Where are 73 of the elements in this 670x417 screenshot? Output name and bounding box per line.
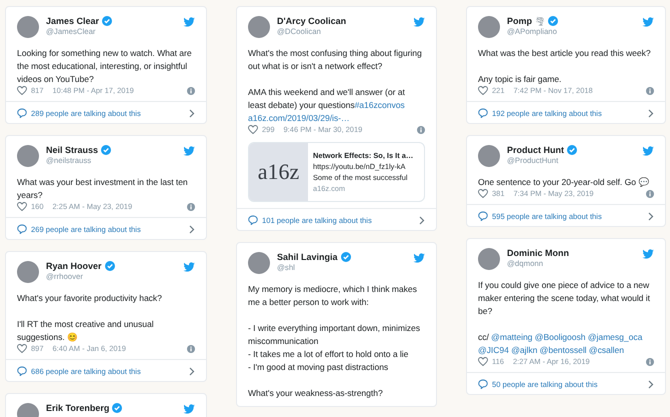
tweet-link[interactable]: #a16zconvos <box>354 100 405 110</box>
author-name[interactable]: Dominic Monn <box>507 248 569 258</box>
avatar[interactable] <box>478 145 500 167</box>
chevron-icon <box>648 212 654 220</box>
tweet-link[interactable]: a16z.com/2019/03/29/is-… <box>248 113 350 123</box>
heart-icon[interactable] <box>478 189 488 198</box>
info-icon[interactable] <box>646 190 654 198</box>
comment-icon <box>248 215 258 225</box>
info-icon[interactable] <box>187 86 195 94</box>
name-emoji: 🌪 <box>535 16 546 26</box>
avatar[interactable] <box>478 248 500 270</box>
bird-icon[interactable] <box>413 17 425 27</box>
info-icon[interactable] <box>187 344 195 352</box>
chevron-icon <box>648 108 654 118</box>
heart-icon[interactable] <box>248 125 258 134</box>
chevron-icon <box>189 366 195 376</box>
info-icon[interactable] <box>187 202 195 210</box>
author-name[interactable]: Pomp <box>507 16 532 26</box>
heart-icon[interactable] <box>17 86 27 95</box>
info-icon[interactable] <box>417 126 425 134</box>
comment-icon <box>478 379 488 389</box>
author-name[interactable]: Sahil Lavingia <box>277 252 338 262</box>
avatar[interactable] <box>17 16 39 38</box>
chevron-icon <box>189 224 195 234</box>
author-name[interactable]: Neil Strauss <box>46 145 98 155</box>
tweet-link[interactable]: @jamesg_oca <box>588 332 642 342</box>
tweet-link[interactable]: @matteing <box>491 332 532 342</box>
tweet-text: My memory is mediocre, which I think makes me a better person to work with: - I write everything important down, minimizes miscommunication - It takes me a lot of effort to hold onto a lie - I'm good at moving past distractions What's your weakness-as-strength? <box>248 283 422 400</box>
avatar[interactable] <box>248 16 270 38</box>
heart-icon[interactable] <box>17 202 27 211</box>
heart-icon[interactable] <box>478 86 488 95</box>
chevron-icon <box>648 380 654 388</box>
bird-icon[interactable] <box>642 17 654 27</box>
tweet-text: One sentence to your 20-year-old self. Go 💬 <box>478 176 650 189</box>
avatar[interactable] <box>17 261 39 283</box>
author-name[interactable]: Product Hunt <box>507 145 564 155</box>
author-name[interactable]: Erik Torenberg <box>46 403 110 413</box>
tweet-text: What's the most confusing thing about figuring out what is or isn't a network effect? AMA this weekend and we'll answer (or at least debate) your questions#a16zconvos a16z.com/2019/03/29/is-… <box>248 47 423 125</box>
tweet-link[interactable]: @JIC94 <box>478 345 509 355</box>
comment-icon <box>478 211 488 221</box>
author-name[interactable]: D'Arcy Coolican <box>277 16 346 26</box>
heart-icon[interactable] <box>478 357 488 366</box>
tweet-link[interactable]: @bentossell <box>540 345 587 355</box>
avatar[interactable] <box>478 16 500 38</box>
chevron-icon <box>419 216 425 224</box>
comment-icon <box>17 366 27 376</box>
info-icon[interactable] <box>646 358 654 366</box>
tweet-text: What was your best investment in the last ten years? <box>17 176 189 202</box>
comment-icon <box>478 108 488 118</box>
info-icon[interactable] <box>646 86 654 94</box>
author-name[interactable]: James Clear <box>46 16 100 26</box>
bird-icon[interactable] <box>183 404 195 414</box>
bird-icon[interactable] <box>642 249 654 259</box>
author-name[interactable]: Ryan Hoover <box>46 261 102 271</box>
chevron-icon <box>189 108 195 118</box>
bird-icon[interactable] <box>183 17 195 27</box>
comment-icon <box>17 108 27 118</box>
tweet-text: If you could give one piece of advice to a new maker entering the scene today, what would it be? cc/ @matteing @Booligoosh @jamesg_oca @JIC94 @ajlkn @bentossell @csallen <box>478 279 651 357</box>
tweet-link[interactable]: @ajlkn <box>511 345 538 355</box>
bird-icon[interactable] <box>642 146 654 156</box>
link-preview-image: a16z <box>249 143 308 201</box>
bird-icon[interactable] <box>413 253 425 263</box>
comment-icon <box>17 224 27 234</box>
tweet-text: What's your favorite productivity hack? I'll RT the most creative and unusual suggestions. 😊 <box>17 292 163 344</box>
tweet-link[interactable]: @csallen <box>588 345 624 355</box>
tweet-link[interactable]: @Booligoosh <box>534 332 586 342</box>
bird-icon[interactable] <box>183 146 195 156</box>
heart-icon[interactable] <box>17 344 27 353</box>
tweet-text: Looking for something new to watch. What are the most educational, interesting, or insightful videos on YouTube? <box>17 47 193 86</box>
bird-icon[interactable] <box>183 262 195 272</box>
tweet-text: What was the best article you read this week? Any topic is fair game. <box>478 47 652 86</box>
avatar[interactable] <box>248 252 270 274</box>
avatar[interactable] <box>17 145 39 167</box>
